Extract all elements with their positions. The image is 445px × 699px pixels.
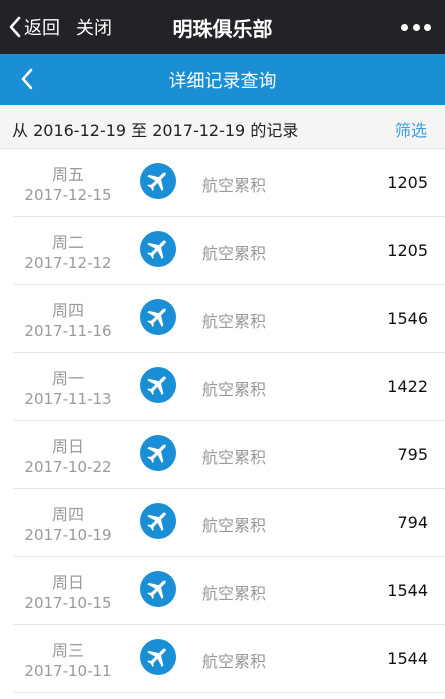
record-type: 航空累积 <box>202 652 267 671</box>
airplane-icon <box>140 163 176 199</box>
record-amount: 795 <box>397 445 428 464</box>
record-row[interactable]: 周三 2017-10-11 航空累积 1544 <box>14 625 445 693</box>
record-row[interactable]: 周二 2017-12-12 航空累积 1205 <box>14 217 445 285</box>
more-dots-icon <box>401 23 408 31</box>
record-weekday: 周日 <box>51 573 84 592</box>
airplane-icon <box>140 639 176 675</box>
record-type: 航空累积 <box>202 244 267 263</box>
record-type: 航空累积 <box>202 448 267 467</box>
record-type: 航空累积 <box>202 584 267 603</box>
record-date: 2017-12-15 <box>24 186 112 204</box>
record-amount: 1205 <box>387 241 428 260</box>
airplane-icon <box>140 571 176 607</box>
record-amount: 1546 <box>387 309 428 328</box>
record-date: 2017-12-12 <box>24 254 112 272</box>
record-weekday: 周二 <box>51 233 84 252</box>
page-title: 详细记录查询 <box>168 71 277 92</box>
airplane-icon <box>140 367 176 403</box>
airplane-icon <box>140 231 176 267</box>
record-type: 航空累积 <box>202 516 267 535</box>
record-row[interactable]: 周四 2017-10-19 航空累积 794 <box>14 489 445 557</box>
record-amount: 1544 <box>387 649 428 668</box>
airplane-icon <box>140 299 176 335</box>
page-nav-bar: 详细记录查询 <box>0 54 445 105</box>
close-button[interactable]: 关闭 <box>76 14 112 40</box>
record-amount: 1422 <box>387 377 428 396</box>
record-date: 2017-11-13 <box>24 390 112 408</box>
record-weekday: 周日 <box>51 437 84 456</box>
record-weekday: 周四 <box>51 301 84 320</box>
record-date: 2017-10-15 <box>24 594 112 612</box>
record-list: 周五 2017-12-15 航空累积 1205 周二 2017-12-12 航空… <box>0 149 445 693</box>
record-type: 航空累积 <box>202 380 267 399</box>
record-amount: 1205 <box>387 173 428 192</box>
record-weekday: 周三 <box>51 641 84 660</box>
filter-bar: 从 2016-12-19 至 2017-12-19 的记录 筛选 <box>0 105 445 149</box>
record-date: 2017-10-19 <box>24 526 112 544</box>
airplane-icon <box>140 435 176 471</box>
record-weekday: 周一 <box>51 369 84 388</box>
record-weekday: 周四 <box>51 505 84 524</box>
airplane-icon <box>140 503 176 539</box>
filter-button[interactable]: 筛选 <box>395 117 427 141</box>
record-date: 2017-10-11 <box>24 662 112 680</box>
chevron-left-icon <box>9 16 21 38</box>
record-type: 航空累积 <box>202 312 267 331</box>
back-button[interactable]: 返回 <box>8 14 60 40</box>
record-row[interactable]: 周日 2017-10-22 航空累积 795 <box>14 421 445 489</box>
date-range-text: 从 2016-12-19 至 2017-12-19 的记录 <box>12 121 299 140</box>
record-row[interactable]: 周日 2017-10-15 航空累积 1544 <box>14 557 445 625</box>
more-button[interactable] <box>401 22 431 32</box>
record-weekday: 周五 <box>51 165 84 184</box>
app-title: 明珠俱乐部 <box>172 17 273 41</box>
record-row[interactable]: 周四 2017-11-16 航空累积 1546 <box>14 285 445 353</box>
record-date: 2017-10-22 <box>24 458 112 476</box>
record-row[interactable]: 周五 2017-12-15 航空累积 1205 <box>14 149 445 217</box>
record-date: 2017-11-16 <box>24 322 112 340</box>
back-label: 返回 <box>24 18 60 39</box>
record-type: 航空累积 <box>202 176 267 195</box>
record-amount: 794 <box>397 513 428 532</box>
wechat-top-bar: 返回 关闭 明珠俱乐部 <box>0 0 445 54</box>
record-row[interactable]: 周一 2017-11-13 航空累积 1422 <box>14 353 445 421</box>
record-amount: 1544 <box>387 581 428 600</box>
